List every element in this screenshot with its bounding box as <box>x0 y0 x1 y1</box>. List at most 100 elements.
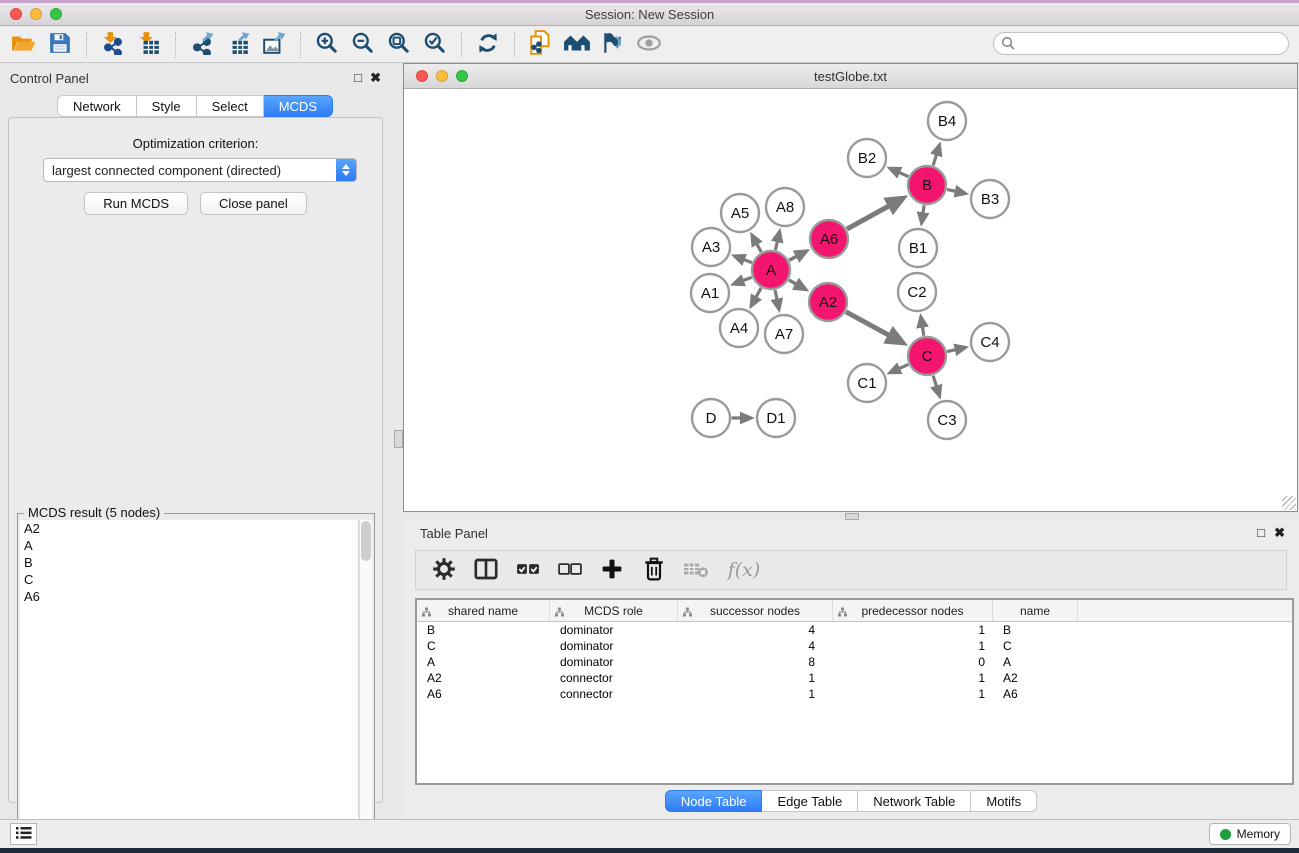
result-scrollbar-thumb[interactable] <box>361 521 371 561</box>
cell-shared-name[interactable]: A2 <box>417 670 550 686</box>
cell-MCDS-role[interactable]: dominator <box>550 622 678 638</box>
graph-edge-A2-C[interactable] <box>846 312 902 343</box>
refresh-view-button[interactable] <box>470 30 506 60</box>
graph-node-A2[interactable]: A2 <box>809 283 847 321</box>
zoom-in-button[interactable] <box>309 30 345 60</box>
graph-node-A3[interactable]: A3 <box>692 228 730 266</box>
graph-node-C[interactable]: C <box>908 337 946 375</box>
graph-node-C1[interactable]: C1 <box>848 364 886 402</box>
zoom-view-button[interactable] <box>456 70 468 82</box>
graph-node-B3[interactable]: B3 <box>971 180 1009 218</box>
graph-node-C4[interactable]: C4 <box>971 323 1009 361</box>
close-panel-icon[interactable]: ✖ <box>370 70 381 86</box>
close-view-button[interactable] <box>416 70 428 82</box>
graph-edge-C-C4[interactable] <box>947 348 965 352</box>
cell-shared-name[interactable]: B <box>417 622 550 638</box>
cell-MCDS-role[interactable]: dominator <box>550 638 678 654</box>
column-header-MCDS-role[interactable]: MCDS role <box>550 600 678 621</box>
zoom-selected-button[interactable] <box>417 30 453 60</box>
cell-shared-name[interactable]: C <box>417 638 550 654</box>
search-input[interactable] <box>993 32 1289 55</box>
column-header-successor-nodes[interactable]: successor nodes <box>678 600 833 621</box>
table-float-panel-icon[interactable]: □ <box>1257 525 1265 540</box>
cell-predecessor-nodes[interactable]: 1 <box>833 622 993 638</box>
graph-edge-C-C1[interactable] <box>890 364 908 372</box>
memory-button[interactable]: Memory <box>1209 823 1291 845</box>
graph-node-A7[interactable]: A7 <box>765 315 803 353</box>
cell-shared-name[interactable]: A <box>417 654 550 670</box>
cell-name[interactable]: A <box>993 654 1078 670</box>
zoom-window-button[interactable] <box>50 8 62 20</box>
zoom-fit-button[interactable] <box>381 30 417 60</box>
import-table-button[interactable] <box>131 30 167 60</box>
close-panel-button[interactable]: Close panel <box>200 192 307 215</box>
cell-shared-name[interactable]: A6 <box>417 686 550 702</box>
tab-node-table[interactable]: Node Table <box>665 790 763 812</box>
toggle-panels-button[interactable] <box>468 554 504 586</box>
graph-edge-A-A2[interactable] <box>789 280 806 289</box>
mcds-result-list[interactable]: A2ABCA6 <box>20 520 359 852</box>
tab-network-table[interactable]: Network Table <box>858 790 971 812</box>
cell-predecessor-nodes[interactable]: 1 <box>833 670 993 686</box>
show-all-columns-button[interactable] <box>510 554 546 586</box>
hide-all-columns-button[interactable] <box>552 554 588 586</box>
graph-node-C3[interactable]: C3 <box>928 401 966 439</box>
column-header-name[interactable]: name <box>993 600 1078 621</box>
horizontal-splitter-handle[interactable] <box>845 513 859 520</box>
cell-MCDS-role[interactable]: connector <box>550 670 678 686</box>
network-canvas[interactable]: AA1A2A3A4A5A6A7A8BB1B2B3B4CC1C2C3C4DD1 <box>405 90 1296 511</box>
graph-edge-C-C3[interactable] <box>933 376 939 396</box>
mcds-result-item[interactable]: A6 <box>20 588 358 605</box>
cell-name[interactable]: B <box>993 622 1078 638</box>
table-row-A2[interactable]: A2connector11A2 <box>417 670 1292 686</box>
mcds-result-item[interactable]: C <box>20 571 358 588</box>
duplicate-network-button[interactable] <box>523 30 559 60</box>
cell-successor-nodes[interactable]: 4 <box>678 638 833 654</box>
cell-name[interactable]: A6 <box>993 686 1078 702</box>
table-close-panel-icon[interactable]: ✖ <box>1274 525 1285 541</box>
graph-node-A[interactable]: A <box>752 251 790 289</box>
tab-edge-table[interactable]: Edge Table <box>762 790 858 812</box>
graph-edge-B-B4[interactable] <box>933 145 939 165</box>
minimize-view-button[interactable] <box>436 70 448 82</box>
cell-name[interactable]: A2 <box>993 670 1078 686</box>
cell-successor-nodes[interactable]: 1 <box>678 670 833 686</box>
save-session-button[interactable] <box>42 30 78 60</box>
graph-node-B[interactable]: B <box>908 166 946 204</box>
cell-predecessor-nodes[interactable]: 0 <box>833 654 993 670</box>
tab-network[interactable]: Network <box>57 95 137 117</box>
tab-motifs[interactable]: Motifs <box>971 790 1037 812</box>
cell-name[interactable]: C <box>993 638 1078 654</box>
cell-successor-nodes[interactable]: 4 <box>678 622 833 638</box>
tab-select[interactable]: Select <box>197 95 264 117</box>
table-row-A[interactable]: Adominator80A <box>417 654 1292 670</box>
graph-node-A8[interactable]: A8 <box>766 188 804 226</box>
mcds-result-item[interactable]: B <box>20 554 358 571</box>
table-row-C[interactable]: Cdominator41C <box>417 638 1292 654</box>
graph-edge-A-A1[interactable] <box>734 277 752 284</box>
graph-edge-C-C2[interactable] <box>921 317 924 336</box>
open-ndex-button[interactable] <box>559 30 595 60</box>
float-panel-icon[interactable]: □ <box>354 70 362 85</box>
cell-successor-nodes[interactable]: 1 <box>678 686 833 702</box>
cell-MCDS-role[interactable]: dominator <box>550 654 678 670</box>
vertical-splitter-handle[interactable] <box>394 430 403 448</box>
column-header-shared-name[interactable]: shared name <box>417 600 550 621</box>
import-network-button[interactable] <box>95 30 131 60</box>
run-mcds-button[interactable]: Run MCDS <box>84 192 188 215</box>
table-row-A6[interactable]: A6connector11A6 <box>417 686 1292 702</box>
graph-node-C2[interactable]: C2 <box>898 273 936 311</box>
graphics-details-button[interactable] <box>595 30 631 60</box>
column-header-predecessor-nodes[interactable]: predecessor nodes <box>833 600 993 621</box>
export-table-button[interactable] <box>220 30 256 60</box>
graph-node-A6[interactable]: A6 <box>810 220 848 258</box>
graph-node-D1[interactable]: D1 <box>757 399 795 437</box>
graph-node-A1[interactable]: A1 <box>691 274 729 312</box>
delete-columns-button[interactable] <box>636 554 672 586</box>
graph-edge-B-B3[interactable] <box>947 189 965 193</box>
graph-edge-A-A6[interactable] <box>789 251 806 260</box>
graph-node-A5[interactable]: A5 <box>721 194 759 232</box>
cell-successor-nodes[interactable]: 8 <box>678 654 833 670</box>
graph-edge-A-A5[interactable] <box>752 235 761 252</box>
resize-grip-icon[interactable] <box>1282 496 1296 510</box>
